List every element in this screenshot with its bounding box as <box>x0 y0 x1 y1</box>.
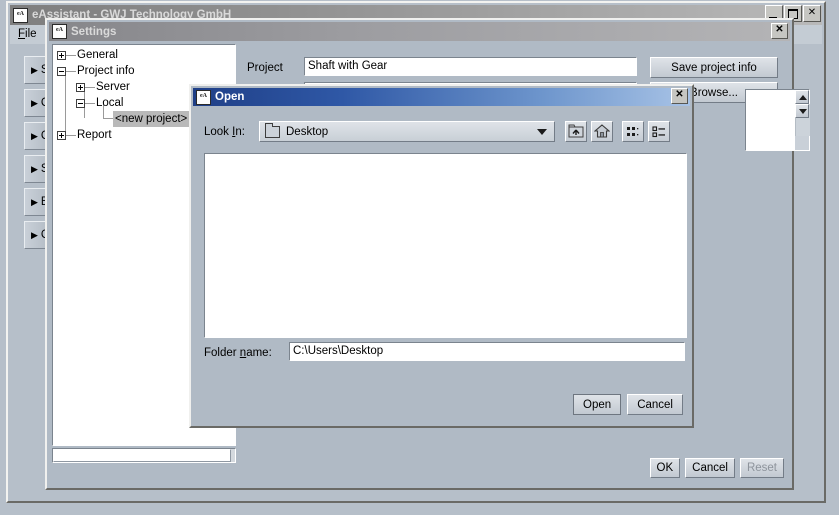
tree-horizontal-scrollbar[interactable] <box>52 448 236 463</box>
look-in-value: Desktop <box>286 125 329 138</box>
tree-node-label: Server <box>96 81 130 93</box>
reset-button: Reset <box>739 458 784 478</box>
open-file-dialog: eA Open ✕ Look In: Desktop Folder name: … <box>189 84 694 428</box>
tree-connector <box>85 102 95 104</box>
menu-item-file[interactable]: File <box>18 28 37 40</box>
chevron-right-icon: ▶ <box>31 229 38 240</box>
folder-icon <box>265 122 280 138</box>
tree-node-general[interactable]: General <box>53 47 235 63</box>
app-icon: eA <box>52 24 67 39</box>
tree-node-label: <new project> <box>113 111 190 127</box>
tree-node-label: Project info <box>77 65 135 77</box>
expand-toggle-icon[interactable] <box>57 50 66 60</box>
screen-root: eA eAssistant - GWJ Technology GmbH ✕ Fi… <box>0 0 839 515</box>
close-button[interactable]: ✕ <box>803 5 821 22</box>
chevron-right-icon: ▶ <box>31 196 38 207</box>
settings-dialog-buttons: OK Cancel Reset <box>649 458 784 478</box>
grid-view-icon <box>627 127 639 136</box>
home-icon <box>594 124 610 138</box>
chevron-right-icon: ▶ <box>31 97 38 108</box>
tree-node-label: Report <box>77 129 112 141</box>
tree-node-label: Local <box>96 97 124 109</box>
project-label: Project <box>247 62 283 74</box>
save-project-info-button[interactable]: Save project info <box>650 57 778 78</box>
home-button[interactable] <box>591 121 613 142</box>
up-folder-icon <box>568 124 584 138</box>
desktop-background-right <box>833 0 839 515</box>
tree-connector <box>66 70 76 72</box>
tree-connector <box>66 54 76 56</box>
expand-toggle-icon[interactable] <box>76 82 85 92</box>
folder-name-input[interactable]: C:\Users\Desktop <box>289 342 685 361</box>
app-icon: eA <box>196 89 211 105</box>
up-one-level-button[interactable] <box>565 121 587 142</box>
cancel-button[interactable]: Cancel <box>685 458 735 478</box>
file-list[interactable] <box>204 153 687 338</box>
folder-name-label: Folder name: <box>204 347 272 359</box>
notes-vertical-scrollbar[interactable] <box>795 90 810 150</box>
chevron-right-icon: ▶ <box>31 64 38 75</box>
open-dialog-title: Open <box>215 91 245 103</box>
open-dialog-titlebar[interactable]: eA Open <box>193 88 690 106</box>
settings-close-button[interactable]: ✕ <box>771 23 788 39</box>
tree-node-project-info[interactable]: Project info <box>53 63 235 79</box>
collapse-toggle-icon[interactable] <box>57 66 66 76</box>
tree-connector <box>66 134 76 136</box>
list-view-icon <box>652 126 665 138</box>
look-in-label: Look In: <box>204 126 245 138</box>
tree-node-label: General <box>77 49 118 61</box>
desktop-background-bottom <box>0 504 839 515</box>
open-button[interactable]: Open <box>573 394 622 415</box>
settings-dialog-titlebar[interactable]: eA Settings <box>49 22 790 41</box>
open-dialog-close-button[interactable]: ✕ <box>671 88 688 104</box>
scroll-up-icon[interactable] <box>795 90 809 104</box>
open-dialog-buttons: Open Cancel <box>573 394 683 415</box>
project-name-input[interactable]: Shaft with Gear <box>304 57 637 76</box>
settings-dialog-title: Settings <box>71 25 117 38</box>
app-icon: eA <box>13 7 28 23</box>
look-in-combobox[interactable]: Desktop <box>259 121 555 142</box>
tree-connector <box>85 86 95 88</box>
chevron-right-icon: ▶ <box>31 163 38 174</box>
ok-button[interactable]: OK <box>649 458 681 478</box>
expand-toggle-icon[interactable] <box>57 130 66 140</box>
chevron-down-icon[interactable] <box>537 128 547 135</box>
notes-textarea[interactable] <box>745 89 810 151</box>
list-view-button[interactable] <box>648 121 670 142</box>
chevron-right-icon: ▶ <box>31 130 38 141</box>
details-view-button[interactable] <box>622 121 644 142</box>
collapse-toggle-icon[interactable] <box>76 98 85 108</box>
scrollbar-thumb[interactable] <box>53 449 231 462</box>
scroll-down-icon[interactable] <box>795 104 809 118</box>
cancel-button[interactable]: Cancel <box>627 394 683 415</box>
